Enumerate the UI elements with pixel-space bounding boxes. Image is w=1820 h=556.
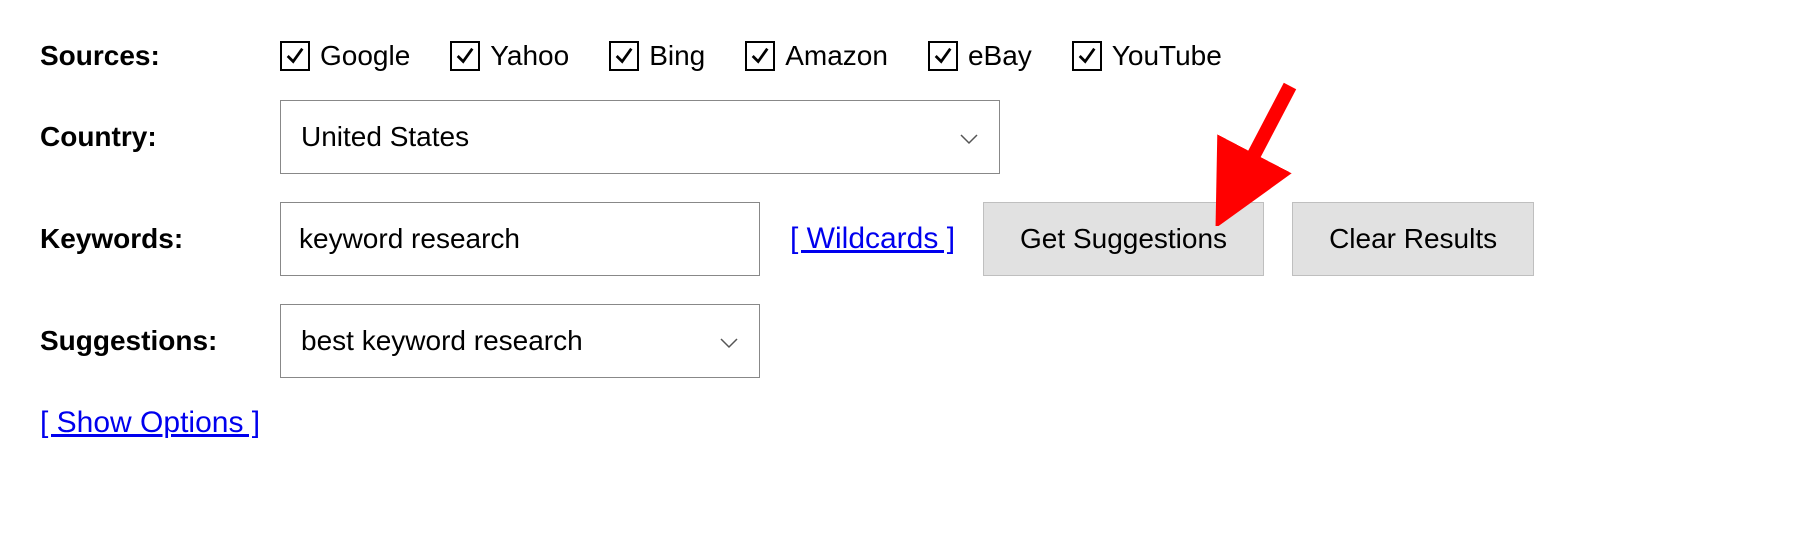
keywords-input[interactable]: [280, 202, 760, 276]
checkbox-label: Amazon: [785, 40, 888, 72]
checkbox-icon: [745, 41, 775, 71]
checkbox-label: YouTube: [1112, 40, 1222, 72]
suggestions-label: Suggestions:: [40, 325, 270, 357]
get-suggestions-button[interactable]: Get Suggestions: [983, 202, 1264, 276]
wildcards-link[interactable]: [ Wildcards ]: [790, 222, 955, 256]
checkbox-icon: [450, 41, 480, 71]
checkbox-label: Yahoo: [490, 40, 569, 72]
clear-results-button[interactable]: Clear Results: [1292, 202, 1534, 276]
checkbox-label: Google: [320, 40, 410, 72]
source-checkbox-youtube[interactable]: YouTube: [1072, 40, 1222, 72]
source-checkbox-ebay[interactable]: eBay: [928, 40, 1032, 72]
show-options-link[interactable]: [ Show Options ]: [40, 406, 260, 439]
country-label: Country:: [40, 121, 270, 153]
suggestions-selected-text: best keyword research: [301, 325, 583, 357]
sources-label: Sources:: [40, 40, 270, 72]
checkbox-icon: [280, 41, 310, 71]
checkbox-label: eBay: [968, 40, 1032, 72]
suggestions-select[interactable]: best keyword research: [280, 304, 760, 378]
source-checkbox-amazon[interactable]: Amazon: [745, 40, 888, 72]
source-checkbox-yahoo[interactable]: Yahoo: [450, 40, 569, 72]
source-checkbox-bing[interactable]: Bing: [609, 40, 705, 72]
source-checkbox-google[interactable]: Google: [280, 40, 410, 72]
sources-checkbox-group: Google Yahoo Bing Amazon eBay YouTube: [280, 40, 1222, 72]
country-select[interactable]: United States: [280, 100, 1000, 174]
country-selected-text: United States: [301, 121, 469, 153]
keywords-label: Keywords:: [40, 223, 270, 255]
checkbox-label: Bing: [649, 40, 705, 72]
chevron-down-icon: [959, 121, 979, 153]
checkbox-icon: [609, 41, 639, 71]
checkbox-icon: [928, 41, 958, 71]
chevron-down-icon: [719, 325, 739, 357]
checkbox-icon: [1072, 41, 1102, 71]
